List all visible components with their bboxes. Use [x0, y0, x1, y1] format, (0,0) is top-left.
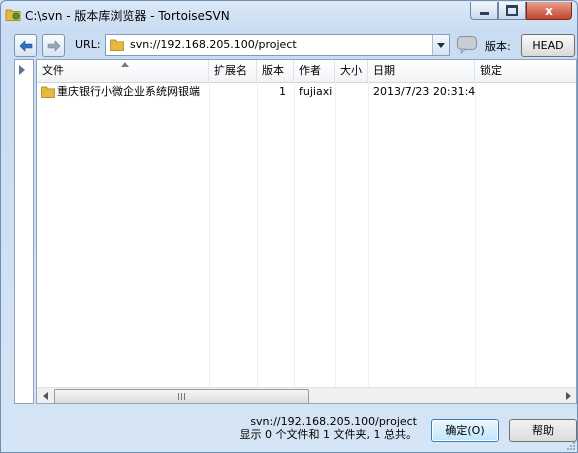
forward-button[interactable] [42, 34, 65, 57]
column-divider [368, 82, 369, 387]
head-revision-button[interactable]: HEAD [521, 34, 575, 57]
tortoisesvn-app-icon [5, 9, 21, 21]
maximize-icon [506, 5, 518, 16]
revision-label: 版本: [485, 40, 511, 53]
close-button[interactable]: x [526, 2, 572, 20]
status-text: svn://192.168.205.100/project 显示 0 个文件和 … [201, 415, 417, 441]
cell-file-name: 重庆银行小微企业系统网银端 [57, 85, 200, 98]
repo-browser-window: C:\svn - 版本库浏览器 - TortoiseSVN x URL: svn… [0, 0, 578, 453]
scroll-left-button[interactable] [37, 388, 53, 403]
cell-author: fujiaxi [299, 85, 333, 98]
chevron-right-icon [565, 392, 571, 400]
caption-buttons: x [470, 2, 572, 20]
resize-grip-icon[interactable] [566, 441, 576, 451]
title-bar[interactable]: C:\svn - 版本库浏览器 - TortoiseSVN x [1, 1, 577, 27]
file-list[interactable]: 文件 扩展名 版本 作者 大小 日期 锁定 重庆银行小微企业系统网银端 1 fu… [36, 59, 577, 404]
table-row[interactable]: 重庆银行小微企业系统网银端 1 fujiaxi 2013/7/23 20:31:… [37, 83, 576, 101]
folder-icon [41, 86, 55, 98]
minimize-icon [479, 11, 489, 15]
column-header-extension[interactable]: 扩展名 [209, 60, 257, 82]
column-divider [294, 82, 295, 387]
forward-arrow-icon [47, 39, 60, 52]
column-header-revision[interactable]: 版本 [257, 60, 294, 82]
repository-tree-pane[interactable] [14, 59, 34, 404]
scroll-right-button[interactable] [560, 388, 576, 403]
url-dropdown-button[interactable] [432, 35, 449, 55]
column-header-file[interactable]: 文件 [37, 60, 209, 82]
toolbar: URL: svn://192.168.205.100/project 版本: H… [1, 31, 577, 59]
close-icon: x [545, 3, 553, 18]
column-divider [257, 82, 258, 387]
list-header: 文件 扩展名 版本 作者 大小 日期 锁定 [37, 60, 576, 83]
column-divider [335, 82, 336, 387]
log-bubble-icon[interactable] [456, 35, 478, 54]
column-header-size[interactable]: 大小 [335, 60, 368, 82]
column-header-lock[interactable]: 锁定 [475, 60, 576, 82]
grip-icon [177, 393, 187, 400]
column-header-author[interactable]: 作者 [294, 60, 335, 82]
scrollbar-thumb[interactable] [54, 389, 309, 403]
cell-revision: 1 [279, 85, 286, 98]
column-divider [209, 82, 210, 387]
url-combobox[interactable]: svn://192.168.205.100/project [105, 34, 450, 56]
maximize-button[interactable] [498, 2, 526, 20]
help-button[interactable]: 帮助 [509, 419, 577, 442]
cell-size [335, 83, 368, 101]
status-url: svn://192.168.205.100/project [250, 415, 417, 428]
back-arrow-icon [19, 39, 32, 52]
expand-arrow-icon[interactable] [19, 65, 25, 75]
column-header-date[interactable]: 日期 [368, 60, 475, 82]
ok-button[interactable]: 确定(O) [431, 419, 499, 442]
column-divider [475, 82, 476, 387]
horizontal-scrollbar[interactable] [37, 387, 576, 403]
cell-lock [475, 83, 576, 101]
sort-ascending-icon [121, 62, 129, 67]
cell-date: 2013/7/23 20:31:43 [373, 85, 475, 98]
chevron-down-icon [437, 42, 445, 48]
status-summary: 显示 0 个文件和 1 文件夹, 1 总共。 [239, 428, 417, 441]
url-input[interactable]: svn://192.168.205.100/project [130, 38, 297, 51]
chevron-left-icon [42, 392, 48, 400]
cell-extension [209, 83, 257, 101]
folder-icon [110, 39, 124, 51]
column-header-label: 文件 [42, 64, 64, 77]
window-title: C:\svn - 版本库浏览器 - TortoiseSVN [25, 9, 230, 23]
url-label: URL: [75, 38, 101, 51]
back-button[interactable] [14, 34, 37, 57]
minimize-button[interactable] [470, 2, 498, 20]
